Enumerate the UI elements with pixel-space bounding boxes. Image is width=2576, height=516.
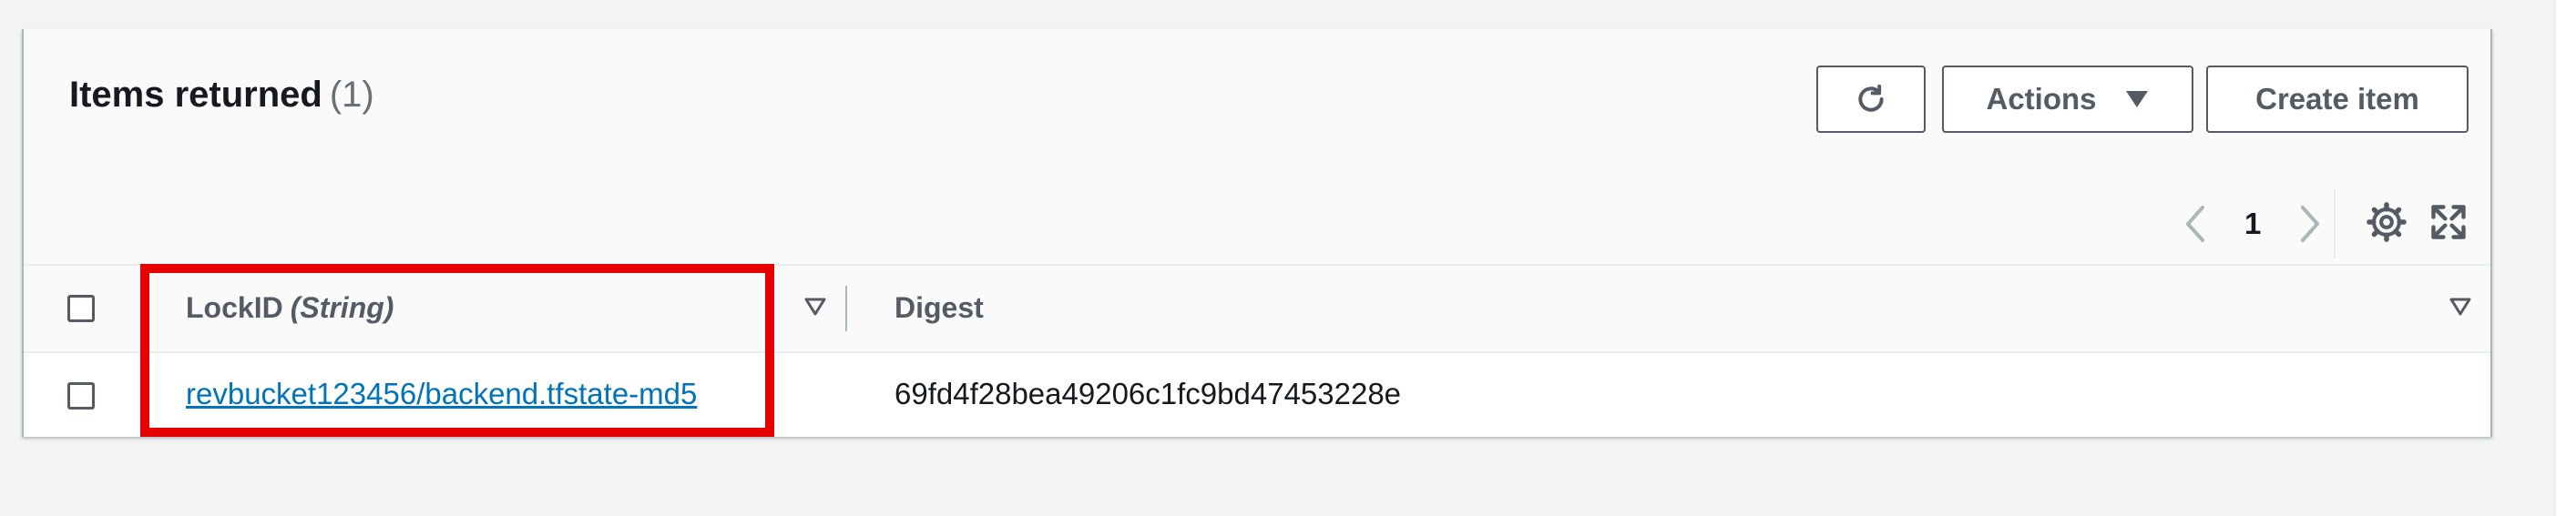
panel-title-text: Items returned <box>69 75 322 115</box>
column-header-digest[interactable]: Digest <box>894 291 984 325</box>
actions-label: Actions <box>1986 82 2097 116</box>
digest-value: 69fd4f28bea49206c1fc9bd47453228e <box>894 377 1402 410</box>
column-divider[interactable] <box>845 286 847 331</box>
pagination: 1 <box>2182 197 2323 251</box>
select-all-checkbox[interactable] <box>67 295 95 322</box>
panel-title: Items returned (1) <box>69 75 374 116</box>
actions-button[interactable]: Actions <box>1942 66 2193 133</box>
refresh-icon <box>1858 84 1884 112</box>
pager-divider <box>2334 189 2336 258</box>
item-count: (1) <box>329 75 374 115</box>
page-edge <box>2554 0 2576 516</box>
sort-digest-icon[interactable] <box>2448 295 2472 323</box>
table-row: revbucket123456/backend.tfstate-md5 69fd… <box>24 353 2490 437</box>
refresh-button[interactable] <box>1816 66 1926 133</box>
lockid-header-type: (String) <box>290 291 394 324</box>
caret-down-icon <box>2124 89 2150 109</box>
lockid-header-label: LockID <box>186 291 283 324</box>
items-table: LockID (String) Digest revbucket123456/ba… <box>24 264 2490 437</box>
lockid-link[interactable]: revbucket123456/backend.tfstate-md5 <box>186 377 697 411</box>
column-header-lockid[interactable]: LockID (String) <box>186 291 394 325</box>
row-checkbox[interactable] <box>67 382 95 410</box>
sort-lockid-icon[interactable] <box>803 295 827 323</box>
fullscreen-icon[interactable] <box>2428 202 2469 247</box>
table-header: LockID (String) Digest <box>24 266 2490 353</box>
previous-page-icon[interactable] <box>2182 204 2208 244</box>
next-page-icon[interactable] <box>2297 204 2323 244</box>
create-item-button[interactable]: Create item <box>2206 66 2469 133</box>
settings-gear-icon[interactable] <box>2366 202 2407 247</box>
current-page[interactable]: 1 <box>2244 207 2261 241</box>
